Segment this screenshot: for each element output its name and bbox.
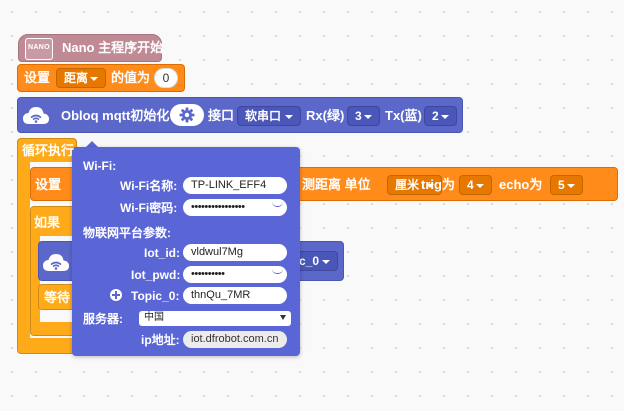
nano-board-label: NANO <box>28 44 50 51</box>
tx-pin-value: 2 <box>432 109 439 123</box>
hat-title: Nano 主程序开始 <box>62 40 164 55</box>
cloud-wifi-icon <box>42 252 70 274</box>
topic0-value: thnQu_7MR <box>191 289 251 301</box>
port-dropdown-value: 软串口 <box>245 109 282 123</box>
wifi-name-value: TP-LINK_EFF4 <box>191 179 267 191</box>
nano-board-icon: NANO <box>25 38 53 60</box>
measure-suffix: 测距离 单位 <box>302 177 371 192</box>
set-variable-block[interactable]: 设置 距离 的值为 0 <box>17 64 185 92</box>
trig-pin-dropdown[interactable]: 4 <box>459 175 492 195</box>
if-label: 如果 <box>34 215 61 230</box>
set-value-text: 0 <box>162 71 170 85</box>
port-label: 接口 <box>208 108 235 123</box>
topic-dropdown-value: c_0 <box>299 254 320 268</box>
ip-address-input[interactable]: iot.dfrobot.com.cn <box>183 331 287 348</box>
rx-label: Rx(绿) <box>306 108 345 123</box>
gear-icon <box>179 107 195 123</box>
obloq-title: Obloq mqtt初始化 <box>61 108 170 123</box>
iot-password-value: •••••••••• <box>191 268 225 280</box>
gear-settings-button[interactable] <box>170 104 204 126</box>
set-suffix: 的值为 <box>111 70 151 85</box>
echo-pin-value: 5 <box>558 178 565 192</box>
iot-id-input[interactable]: vldwul7Mg <box>183 244 287 261</box>
wifi-password-value: •••••••••••••••• <box>191 201 245 213</box>
cloud-wifi-icon <box>22 105 50 127</box>
iot-header: 物联网平台参数: <box>83 226 171 240</box>
inner-set-prefix: 设置 <box>35 177 62 192</box>
server-label: 服务器: <box>83 312 123 326</box>
wait-label: 等待 <box>44 290 71 305</box>
tx-label: Tx(蓝) <box>385 108 422 123</box>
eye-toggle-icon[interactable] <box>272 269 283 274</box>
topic0-input[interactable]: thnQu_7MR <box>183 287 287 304</box>
wifi-name-input[interactable]: TP-LINK_EFF4 <box>183 177 287 194</box>
port-dropdown[interactable]: 软串口 <box>237 106 301 126</box>
wifi-header: Wi-Fi: <box>83 159 117 173</box>
server-select[interactable]: 中国 <box>139 311 291 326</box>
variable-dropdown[interactable]: 距离 <box>56 68 106 88</box>
loop-label: 循环执行 <box>22 143 75 158</box>
eye-toggle-icon[interactable] <box>272 202 283 207</box>
wifi-name-label: Wi-Fi名称: <box>120 179 178 193</box>
iot-password-input[interactable]: •••••••••• <box>183 266 287 283</box>
set-value-input[interactable]: 0 <box>154 68 178 88</box>
iot-id-value: vldwul7Mg <box>191 246 243 258</box>
iot-password-label: Iot_pwd: <box>131 268 181 282</box>
obloq-settings-popup: Wi-Fi: Wi-Fi名称: TP-LINK_EFF4 Wi-Fi密码: ••… <box>72 147 300 356</box>
wifi-password-label: Wi-Fi密码: <box>120 201 178 215</box>
variable-dropdown-value: 距离 <box>64 71 89 85</box>
wifi-password-input[interactable]: •••••••••••••••• <box>183 199 287 216</box>
rx-pin-value: 3 <box>355 109 362 123</box>
trig-label: trig为 <box>421 177 455 192</box>
nano-hat-block[interactable]: NANO Nano 主程序开始 <box>18 34 164 62</box>
unit-dropdown-value: 厘米 <box>395 178 420 192</box>
echo-pin-dropdown[interactable]: 5 <box>550 175 583 195</box>
server-select-value: 中国 <box>144 312 164 323</box>
trig-pin-value: 4 <box>467 178 474 192</box>
rx-pin-dropdown[interactable]: 3 <box>347 106 380 126</box>
ip-label: ip地址: <box>141 333 180 347</box>
tx-pin-dropdown[interactable]: 2 <box>424 106 457 126</box>
topic0-label: Topic_0: <box>131 289 180 303</box>
ip-address-value: iot.dfrobot.com.cn <box>191 333 279 345</box>
echo-label: echo为 <box>499 177 543 192</box>
iot-id-label: Iot_id: <box>144 246 180 260</box>
set-prefix: 设置 <box>24 70 51 85</box>
obloq-mqtt-init-block[interactable]: Obloq mqtt初始化 接口 软串口 Rx(绿) 3 Tx(蓝) 2 <box>17 97 463 133</box>
plus-circle-icon[interactable] <box>110 289 122 301</box>
